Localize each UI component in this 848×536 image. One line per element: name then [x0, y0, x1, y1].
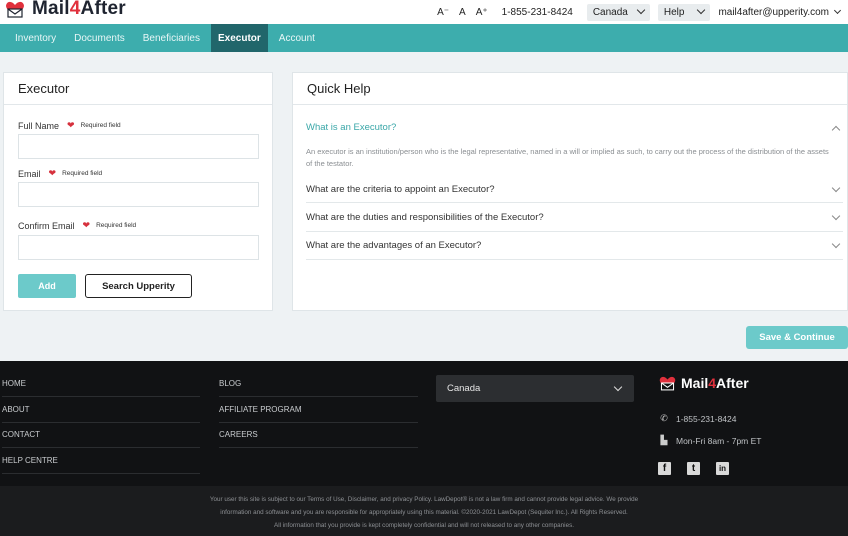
faq-item-what-is-executor[interactable]: What is an Executor?: [306, 110, 843, 145]
heart-icon: ❤: [67, 120, 75, 130]
executor-form-card: Executor Full Name ❤ Required field Email…: [3, 72, 273, 311]
nav-item-inventory[interactable]: Inventory: [8, 24, 63, 52]
footer-link-home[interactable]: HOME: [2, 371, 200, 397]
footer-link-blog[interactable]: BLOG: [219, 371, 418, 397]
email-label: Email ❤ Required field: [18, 168, 103, 179]
chevron-down-icon: [697, 5, 706, 15]
nav-item-account[interactable]: Account: [272, 24, 322, 52]
save-continue-button[interactable]: Save & Continue: [746, 326, 848, 349]
footer-logo[interactable]: Mail4After: [658, 375, 749, 391]
phone-icon: ✆: [660, 413, 668, 423]
chevron-up-icon: [831, 125, 841, 134]
confirm-email-input[interactable]: [18, 235, 259, 260]
form-title: Executor: [4, 73, 272, 105]
email-input[interactable]: [18, 182, 259, 207]
full-name-label: Full Name ❤ Required field: [18, 120, 121, 131]
logo-text: Mail4After: [32, 0, 126, 19]
footer-link-contact[interactable]: CONTACT: [2, 422, 200, 448]
social-links: f t in: [658, 462, 745, 475]
footer-hours: ▙ Mon-Fri 8am - 7pm ET: [658, 435, 762, 446]
chevron-down-icon: [831, 183, 841, 192]
user-menu[interactable]: mail4after@upperity.com: [718, 6, 842, 18]
heart-icon: ❤: [82, 220, 91, 230]
full-name-input[interactable]: [18, 134, 259, 159]
faq-item-advantages[interactable]: What are the advantages of an Executor?: [306, 232, 843, 260]
quick-help-card: Quick Help What is an Executor? An execu…: [292, 72, 848, 311]
facebook-icon[interactable]: f: [658, 462, 671, 475]
faq-item-duties[interactable]: What are the duties and responsibilities…: [306, 204, 843, 232]
legal-notice: Your user this site is subject to our Te…: [0, 486, 848, 536]
chevron-down-icon: [831, 239, 841, 248]
nav-item-documents[interactable]: Documents: [67, 24, 132, 52]
footer-link-help-centre[interactable]: HELP CENTRE: [2, 448, 200, 474]
legal-line-1: Your user this site is subject to our Te…: [209, 496, 639, 503]
help-menu[interactable]: Help: [657, 3, 711, 21]
footer-country-select[interactable]: Canada: [436, 375, 634, 402]
chevron-down-icon: [613, 382, 623, 392]
help-title: Quick Help: [293, 73, 847, 105]
building-icon: ▙: [660, 435, 668, 445]
nav-item-beneficiaries[interactable]: Beneficiaries: [136, 24, 207, 52]
country-select[interactable]: Canada: [586, 3, 650, 21]
footer: HOME ABOUT CONTACT HELP CENTRE BLOG AFFI…: [0, 361, 848, 486]
footer-phone[interactable]: ✆ 1-855-231-8424: [658, 413, 736, 424]
logo[interactable]: Mail4After: [4, 0, 126, 20]
top-header: Mail4After A⁻ A A⁺ 1-855-231-8424 Canada…: [0, 0, 848, 24]
confirm-email-label: Confirm Email ❤ Required field: [18, 220, 137, 231]
footer-link-about[interactable]: ABOUT: [2, 397, 200, 423]
chevron-down-icon: [636, 5, 646, 15]
main-nav: Inventory Documents Beneficiaries Execut…: [0, 24, 848, 52]
heart-logo-icon: [6, 1, 24, 18]
footer-logo-text: Mail4After: [681, 375, 749, 391]
font-increase-button[interactable]: A⁺: [476, 7, 488, 18]
footer-link-affiliate[interactable]: AFFILIATE PROGRAM: [219, 397, 418, 423]
font-normal-button[interactable]: A: [459, 7, 466, 18]
faq-answer: An executor is an institution/person who…: [306, 147, 829, 168]
heart-logo-icon: [659, 376, 676, 391]
search-upperity-button[interactable]: Search Upperity: [85, 274, 192, 298]
legal-line-3: All information that you provide is kept…: [274, 522, 574, 529]
add-button[interactable]: Add: [18, 274, 76, 298]
twitter-icon[interactable]: t: [687, 462, 700, 475]
chevron-down-icon: [831, 211, 841, 220]
header-phone[interactable]: 1-855-231-8424: [502, 7, 573, 18]
heart-icon: ❤: [48, 168, 57, 178]
linkedin-icon[interactable]: in: [716, 462, 729, 475]
nav-item-executor[interactable]: Executor: [210, 24, 268, 52]
chevron-down-icon: [833, 6, 842, 14]
legal-line-2: information and software and you are res…: [220, 509, 628, 516]
faq-item-criteria[interactable]: What are the criteria to appoint an Exec…: [306, 177, 843, 203]
font-decrease-button[interactable]: A⁻: [437, 7, 449, 18]
footer-link-careers[interactable]: CAREERS: [219, 422, 418, 448]
